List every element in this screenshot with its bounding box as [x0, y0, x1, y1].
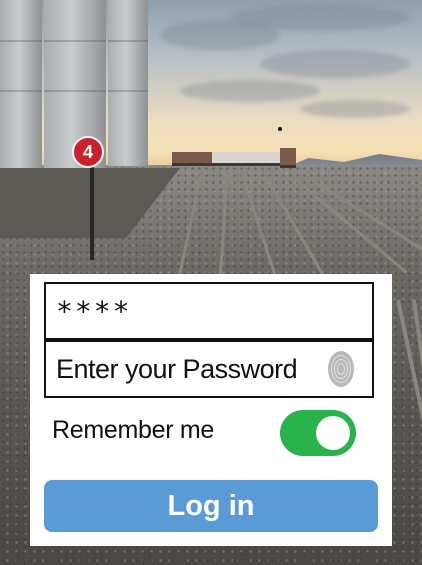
train-car: [212, 152, 282, 166]
login-card: **** Enter your Password Remember me Log…: [30, 274, 392, 546]
username-field[interactable]: ****: [44, 282, 374, 340]
password-placeholder: Enter your Password: [56, 353, 298, 384]
remember-me-toggle[interactable]: [280, 410, 356, 456]
silo: [108, 0, 148, 166]
track-number: 4: [82, 141, 93, 162]
signal-post: [90, 160, 94, 260]
username-value: ****: [56, 294, 132, 328]
track-number-sign: 4: [72, 136, 104, 168]
bird: [278, 127, 282, 131]
password-field[interactable]: Enter your Password: [44, 340, 374, 398]
fingerprint-icon[interactable]: [328, 351, 354, 387]
remember-me-label: Remember me: [52, 416, 215, 444]
login-button[interactable]: Log in: [44, 480, 378, 532]
toggle-knob: [316, 416, 350, 450]
silo: [0, 0, 42, 170]
train-car: [172, 152, 212, 166]
train-car: [280, 148, 296, 168]
